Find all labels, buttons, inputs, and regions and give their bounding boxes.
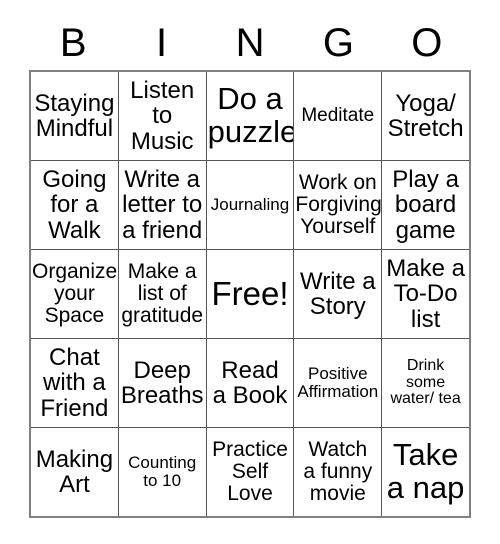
bingo-cell[interactable]: Positive Affirmation: [293, 339, 382, 427]
bingo-cell-label: Take a nap: [386, 437, 465, 505]
bingo-cell-label: Making Art: [35, 445, 114, 498]
bingo-cell-label: Deep Breaths: [120, 356, 204, 409]
bingo-cell-label: Make a list of gratitude: [121, 259, 204, 328]
bingo-row: Staying Mindful Listen to Music Do a puz…: [31, 72, 469, 160]
bingo-card: B I N G O Staying Mindful Listen to Musi…: [0, 0, 500, 544]
bingo-cell[interactable]: Work on Forgiving Yourself: [293, 161, 382, 249]
bingo-cell-label: Yoga/ Stretch: [387, 89, 464, 142]
bingo-cell-label: Chat with a Friend: [40, 343, 109, 422]
bingo-header-letter-g: G: [322, 21, 354, 65]
bingo-cell[interactable]: Staying Mindful: [31, 72, 118, 160]
bingo-cell[interactable]: Counting to 10: [117, 428, 206, 516]
bingo-cell-label: Read a Book: [212, 356, 288, 409]
bingo-cell[interactable]: Yoga/ Stretch: [381, 72, 469, 160]
bingo-cell[interactable]: Drink some water/ tea: [381, 339, 469, 427]
bingo-cell[interactable]: Listen to Music: [117, 72, 206, 160]
bingo-header-letter-b: B: [59, 21, 87, 65]
bingo-cell[interactable]: Making Art: [31, 428, 118, 516]
bingo-row: Chat with a Friend Deep Breaths Read a B…: [31, 338, 469, 427]
bingo-header: B I N G O: [29, 18, 471, 68]
bingo-cell[interactable]: Chat with a Friend: [31, 339, 118, 427]
bingo-cell-label: Write a letter to a friend: [122, 165, 203, 244]
bingo-cell[interactable]: Organize your Space: [31, 250, 118, 338]
bingo-cell-label: Write a Story: [300, 267, 376, 320]
bingo-cell[interactable]: Going for a Walk: [31, 161, 118, 249]
bingo-free-space-label: Free!: [211, 274, 289, 312]
bingo-cell-label: Organize your Space: [32, 259, 118, 328]
bingo-cell-free-space[interactable]: Free!: [205, 250, 294, 338]
bingo-cell[interactable]: Journaling: [205, 161, 294, 249]
bingo-row: Going for a Walk Write a letter to a fri…: [31, 160, 469, 249]
bingo-cell-label: Listen to Music: [130, 76, 195, 155]
bingo-cell-label: Do a puzzle: [207, 81, 294, 149]
bingo-cell-label: Drink some water/ tea: [390, 356, 461, 408]
bingo-cell-label: Meditate: [301, 104, 375, 126]
bingo-cell-label: Positive Affirmation: [297, 363, 379, 401]
bingo-cell-label: Journaling: [210, 194, 290, 214]
bingo-cell-label: Staying Mindful: [34, 89, 115, 142]
bingo-cell[interactable]: Deep Breaths: [117, 339, 206, 427]
bingo-row: Organize your Space Make a list of grati…: [31, 249, 469, 338]
bingo-cell[interactable]: Watch a funny movie: [293, 428, 382, 516]
bingo-cell[interactable]: Do a puzzle: [205, 72, 294, 160]
bingo-header-letter-i: I: [156, 21, 168, 65]
bingo-cell-label: Counting to 10: [128, 452, 197, 490]
bingo-cell[interactable]: Write a letter to a friend: [117, 161, 206, 249]
bingo-cell-label: Work on Forgiving Yourself: [295, 170, 382, 239]
bingo-cell-label: Play a board game: [392, 165, 459, 244]
bingo-cell[interactable]: Write a Story: [293, 250, 382, 338]
bingo-cell-label: Going for a Walk: [42, 165, 107, 244]
bingo-cell[interactable]: Play a board game: [381, 161, 469, 249]
bingo-cell[interactable]: Make a To-Do list: [381, 250, 469, 338]
bingo-row: Making Art Counting to 10 Practice Self …: [31, 427, 469, 516]
bingo-header-letter-o: O: [411, 21, 443, 65]
bingo-header-letter-n: N: [235, 21, 265, 65]
bingo-cell[interactable]: Read a Book: [205, 339, 294, 427]
bingo-grid: Staying Mindful Listen to Music Do a puz…: [29, 70, 471, 518]
bingo-cell[interactable]: Practice Self Love: [205, 428, 294, 516]
bingo-cell[interactable]: Meditate: [293, 72, 382, 160]
bingo-cell-label: Watch a funny movie: [303, 437, 373, 506]
bingo-cell-label: Practice Self Love: [212, 437, 288, 506]
bingo-cell-label: Make a To-Do list: [386, 254, 465, 333]
bingo-cell[interactable]: Take a nap: [381, 428, 469, 516]
bingo-cell[interactable]: Make a list of gratitude: [117, 250, 206, 338]
